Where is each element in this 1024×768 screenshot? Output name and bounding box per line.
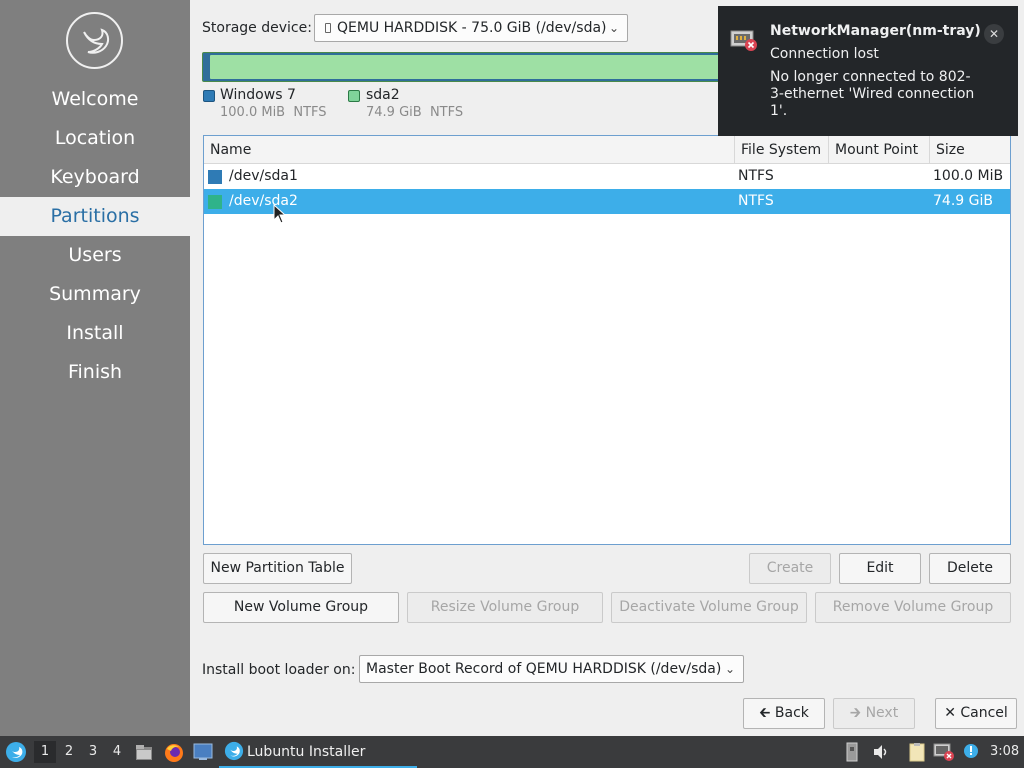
network-disconnected-tray-icon[interactable]	[933, 742, 955, 762]
partition-color-swatch	[208, 170, 222, 184]
taskbar: 1 2 3 4 Lubuntu Installer 3:08	[0, 736, 1024, 768]
notification-popup[interactable]: NetworkManager(nm-tray) Connection lost …	[718, 6, 1018, 136]
sidebar-item-finish: Finish	[67, 361, 123, 383]
harddisk-icon	[325, 23, 331, 33]
notification-summary: Connection lost	[770, 46, 879, 62]
legend-swatch-sda2	[348, 90, 360, 102]
table-row[interactable]: /dev/sda1 NTFS 100.0 MiB	[204, 164, 1010, 189]
sidebar-item-summary: Summary	[49, 283, 141, 305]
new-partition-table-button[interactable]: New Partition Table	[203, 553, 352, 584]
delete-button[interactable]: Delete	[929, 553, 1011, 584]
legend-size-sda2: 74.9 GiB	[366, 105, 422, 120]
column-header-size[interactable]: Size	[930, 136, 1010, 164]
partition-name: /dev/sda1	[229, 168, 298, 184]
workspace-2[interactable]: 2	[58, 741, 80, 763]
sidebar-item-location: Location	[54, 127, 136, 149]
next-button[interactable]: 🡲 Next	[833, 698, 915, 729]
legend-details-windows7: 100.0 MiB NTFS	[220, 105, 327, 120]
sidebar-item-keyboard: Keyboard	[50, 166, 140, 188]
partition-bar-sda2	[210, 55, 739, 79]
chevron-down-icon: ⌄	[608, 21, 619, 35]
sidebar-item-users: Users	[68, 244, 122, 266]
sidebar-item-welcome: Welcome	[51, 88, 139, 110]
lubuntu-logo-icon	[66, 12, 123, 69]
partition-color-swatch	[208, 195, 222, 209]
notification-title: NetworkManager(nm-tray)	[770, 23, 981, 39]
next-button-label: Next	[865, 705, 899, 721]
mouse-cursor-icon	[273, 204, 287, 224]
new-volume-group-button[interactable]: New Volume Group	[203, 592, 399, 623]
bootloader-select[interactable]: Master Boot Record of QEMU HARDDISK (/de…	[359, 655, 744, 683]
column-header-file-system[interactable]: File System	[735, 136, 829, 164]
partition-size: 74.9 GiB	[933, 193, 993, 209]
partition-table[interactable]: Name File System Mount Point Size /dev/s…	[203, 135, 1011, 545]
legend-fs-sda2: NTFS	[429, 105, 464, 120]
legend-details-sda2: 74.9 GiB NTFS	[366, 105, 463, 120]
legend-swatch-windows7	[203, 90, 215, 102]
network-disconnected-icon	[730, 30, 757, 51]
resize-volume-group-button[interactable]: Resize Volume Group	[407, 592, 603, 623]
start-menu-icon[interactable]	[5, 741, 27, 763]
notification-body: No longer connected to 802-3-ethernet 'W…	[770, 69, 975, 119]
partition-size: 100.0 MiB	[933, 168, 1004, 184]
bootloader-label: Install boot loader on:	[202, 662, 356, 678]
storage-device-value: QEMU HARDDISK - 75.0 GiB (/dev/sda)	[337, 20, 607, 36]
workspace-1[interactable]: 1	[34, 741, 56, 763]
desktop-icon[interactable]	[193, 743, 213, 761]
lubuntu-installer-icon	[224, 741, 244, 761]
clock[interactable]: 3:08	[990, 736, 1019, 768]
table-row[interactable]: /dev/sda2 NTFS 74.9 GiB	[204, 189, 1010, 214]
back-arrow-icon: 🡰	[759, 705, 771, 721]
legend-fs-windows7: NTFS	[293, 105, 327, 120]
back-button[interactable]: 🡰 Back	[743, 698, 825, 729]
taskbar-task-label: Lubuntu Installer	[247, 744, 366, 760]
partition-bar	[202, 52, 742, 82]
volume-icon[interactable]	[872, 744, 890, 760]
removable-media-icon[interactable]	[845, 742, 859, 762]
deactivate-volume-group-button[interactable]: Deactivate Volume Group	[611, 592, 807, 623]
taskbar-task-lubuntu-installer[interactable]: Lubuntu Installer	[219, 736, 417, 768]
legend-size-windows7: 100.0 MiB	[220, 105, 286, 120]
partition-fs: NTFS	[738, 193, 774, 209]
edit-button[interactable]: Edit	[839, 553, 921, 584]
sidebar-item-install: Install	[66, 322, 124, 344]
legend-name-sda2: sda2	[366, 87, 400, 103]
create-button[interactable]: Create	[749, 553, 831, 584]
column-header-name[interactable]: Name	[204, 136, 735, 164]
workspace-4[interactable]: 4	[106, 741, 128, 763]
remove-volume-group-button[interactable]: Remove Volume Group	[815, 592, 1011, 623]
cancel-button-label: Cancel	[960, 705, 1008, 721]
storage-device-select[interactable]: QEMU HARDDISK - 75.0 GiB (/dev/sda) ⌄	[314, 14, 628, 42]
storage-device-label: Storage device:	[202, 20, 312, 36]
partition-fs: NTFS	[738, 168, 774, 184]
sidebar: Welcome Location Keyboard Partitions Use…	[0, 0, 190, 736]
workspace-3[interactable]: 3	[82, 741, 104, 763]
legend-name-windows7: Windows 7	[220, 87, 296, 103]
next-arrow-icon: 🡲	[849, 705, 862, 721]
partition-name: /dev/sda2	[229, 193, 298, 209]
firefox-icon[interactable]	[163, 742, 185, 764]
updates-icon[interactable]	[962, 742, 982, 762]
column-header-mount-point[interactable]: Mount Point	[829, 136, 930, 164]
table-header: Name File System Mount Point Size	[204, 136, 1010, 164]
cancel-button[interactable]: ✕ Cancel	[935, 698, 1017, 729]
bootloader-value: Master Boot Record of QEMU HARDDISK (/de…	[366, 661, 722, 677]
close-icon[interactable]: ✕	[984, 24, 1004, 44]
sidebar-item-partitions: Partitions	[0, 197, 190, 236]
back-button-label: Back	[774, 705, 809, 721]
chevron-down-icon: ⌄	[724, 662, 735, 676]
file-manager-icon[interactable]	[134, 742, 154, 762]
cancel-x-icon: ✕	[944, 705, 956, 721]
clipboard-icon[interactable]	[907, 742, 927, 762]
